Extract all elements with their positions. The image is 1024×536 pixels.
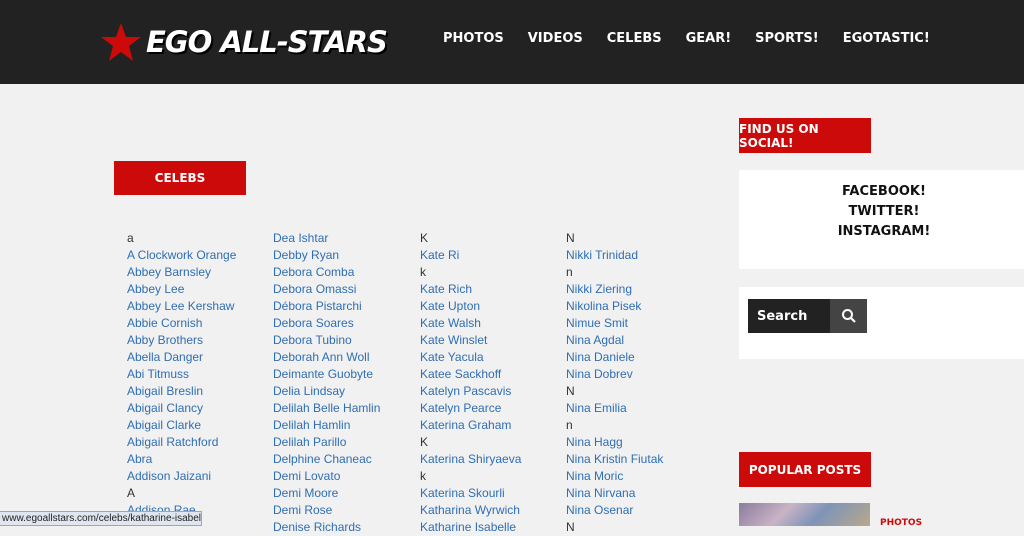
letter-divider: N (566, 231, 575, 245)
celeb-link[interactable]: Demi Rose (273, 502, 380, 519)
letter-divider: k (420, 469, 426, 483)
celebs-heading: CELEBS (114, 161, 246, 195)
letter-divider: N (566, 520, 575, 534)
celeb-link[interactable]: Addison Jaizani (127, 468, 236, 485)
celeb-link[interactable]: Katharine Isabelle (420, 519, 521, 536)
celeb-link[interactable]: Deborah Ann Woll (273, 349, 380, 366)
nav-celebs[interactable]: CELEBS (607, 31, 662, 46)
celeb-link[interactable]: Debora Comba (273, 264, 380, 281)
celeb-link[interactable]: Kate Walsh (420, 315, 521, 332)
letter-divider: a (127, 231, 134, 245)
celeb-link[interactable]: Débora Pistarchi (273, 298, 380, 315)
search-button[interactable] (830, 299, 867, 333)
celeb-link[interactable]: Kate Upton (420, 298, 521, 315)
celeb-link[interactable]: Demi Moore (273, 485, 380, 502)
social-heading: FIND US ON SOCIAL! (739, 118, 871, 153)
nav-egotastic[interactable]: EGOTASTIC! (843, 31, 930, 46)
search-input[interactable] (748, 299, 830, 333)
celeb-link[interactable]: Abby Brothers (127, 332, 236, 349)
celeb-link[interactable]: Deimante Guobyte (273, 366, 380, 383)
site-logo[interactable]: EGO ALL-STARS (100, 20, 388, 64)
celeb-link[interactable]: Nina Agdal (566, 332, 663, 349)
celeb-link[interactable]: Nina Daniele (566, 349, 663, 366)
celeb-link[interactable]: Nina Osenar (566, 502, 663, 519)
letter-divider: k (420, 265, 426, 279)
letter-divider: n (566, 418, 573, 432)
social-links-box: FACEBOOK! TWITTER! INSTAGRAM! (739, 170, 1024, 269)
celeb-link[interactable]: Kate Ri (420, 247, 521, 264)
celeb-link[interactable]: Nimue Smit (566, 315, 663, 332)
celeb-link[interactable]: Demi Lovato (273, 468, 380, 485)
popular-post-thumbnail[interactable] (739, 503, 870, 526)
celeb-link[interactable]: Delphine Chaneac (273, 451, 380, 468)
letter-divider: K (420, 231, 429, 245)
celeb-link[interactable]: Delilah Parillo (273, 434, 380, 451)
celeb-link[interactable]: Katee Sackhoff (420, 366, 521, 383)
main-nav: PHOTOS VIDEOS CELEBS GEAR! SPORTS! EGOTA… (443, 31, 954, 46)
celeb-link[interactable]: Kate Winslet (420, 332, 521, 349)
celeb-link[interactable]: Nina Moric (566, 468, 663, 485)
celeb-link[interactable]: Nikki Ziering (566, 281, 663, 298)
search-widget (739, 287, 1024, 359)
site-header: EGO ALL-STARS PHOTOS VIDEOS CELEBS GEAR!… (0, 0, 1024, 84)
letter-divider: N (566, 384, 575, 398)
search-icon (841, 309, 856, 323)
celeb-link[interactable]: Kate Yacula (420, 349, 521, 366)
celeb-link[interactable]: Debora Omassi (273, 281, 380, 298)
nav-sports[interactable]: SPORTS! (755, 31, 819, 46)
celeb-link[interactable]: Abella Danger (127, 349, 236, 366)
celeb-link[interactable]: Abigail Breslin (127, 383, 236, 400)
celeb-link[interactable]: Katelyn Pearce (420, 400, 521, 417)
celeb-link[interactable]: Nina Emilia (566, 400, 663, 417)
celeb-link[interactable]: Abbey Barnsley (127, 264, 236, 281)
popular-posts-heading: POPULAR POSTS (739, 452, 871, 487)
celeb-link[interactable]: Katerina Graham (420, 417, 521, 434)
celeb-link[interactable]: Abra (127, 451, 236, 468)
celeb-link[interactable]: Katerina Skourli (420, 485, 521, 502)
instagram-link[interactable]: INSTAGRAM! (739, 224, 1024, 239)
twitter-link[interactable]: TWITTER! (739, 204, 1024, 219)
celeb-link[interactable]: Katerina Shiryaeva (420, 451, 521, 468)
celeb-link[interactable]: Debora Soares (273, 315, 380, 332)
celeb-column-1: aA Clockwork Orange Abbey Barnsley Abbey L… (127, 230, 236, 519)
celeb-link[interactable]: Kate Rich (420, 281, 521, 298)
celeb-link[interactable]: Abbey Lee (127, 281, 236, 298)
celeb-link[interactable]: Denise Richards (273, 519, 380, 536)
letter-divider: n (566, 265, 573, 279)
popular-post-category[interactable]: PHOTOS (880, 518, 922, 528)
letter-divider: A (127, 486, 136, 500)
celeb-link[interactable]: Nikki Trinidad (566, 247, 663, 264)
celeb-link[interactable]: Nina Dobrev (566, 366, 663, 383)
celeb-link[interactable]: A Clockwork Orange (127, 247, 236, 264)
nav-photos[interactable]: PHOTOS (443, 31, 504, 46)
celeb-link[interactable]: Nikolina Pisek (566, 298, 663, 315)
star-icon (101, 23, 141, 61)
celeb-link[interactable]: Abbie Cornish (127, 315, 236, 332)
logo-wordmark: EGO ALL-STARS (146, 25, 388, 59)
facebook-link[interactable]: FACEBOOK! (739, 184, 1024, 199)
letter-divider: K (420, 435, 429, 449)
celeb-link[interactable]: Dea Ishtar (273, 230, 380, 247)
celeb-link[interactable]: Nina Kristin Fiutak (566, 451, 663, 468)
celeb-link[interactable]: Abi Titmuss (127, 366, 236, 383)
browser-status-url: www.egoallstars.com/celebs/katharine-isa… (0, 511, 202, 526)
celeb-link[interactable]: Delia Lindsay (273, 383, 380, 400)
celeb-link[interactable]: Abbey Lee Kershaw (127, 298, 236, 315)
celeb-link[interactable]: Delilah Hamlin (273, 417, 380, 434)
nav-gear[interactable]: GEAR! (686, 31, 732, 46)
celeb-link[interactable]: Nina Nirvana (566, 485, 663, 502)
celeb-link[interactable]: Katelyn Pascavis (420, 383, 521, 400)
celeb-link[interactable]: Katharina Wyrwich (420, 502, 521, 519)
celeb-column-2: Dea Ishtar Debby Ryan Debora Comba Debora O… (273, 230, 380, 536)
celeb-link[interactable]: Debby Ryan (273, 247, 380, 264)
celeb-column-4: N Nikki Trinidad n Nikki Ziering Nikolina Pi… (566, 230, 663, 536)
nav-videos[interactable]: VIDEOS (528, 31, 583, 46)
celeb-link[interactable]: Delilah Belle Hamlin (273, 400, 380, 417)
celeb-link[interactable]: Abigail Clancy (127, 400, 236, 417)
celeb-column-3: K Kate Ri k Kate Rich Kate Upton Kate Walsh Ka… (420, 230, 521, 536)
celeb-link[interactable]: Debora Tubino (273, 332, 380, 349)
celeb-link[interactable]: Nina Hagg (566, 434, 663, 451)
celeb-link[interactable]: Abigail Clarke (127, 417, 236, 434)
celeb-link[interactable]: Abigail Ratchford (127, 434, 236, 451)
